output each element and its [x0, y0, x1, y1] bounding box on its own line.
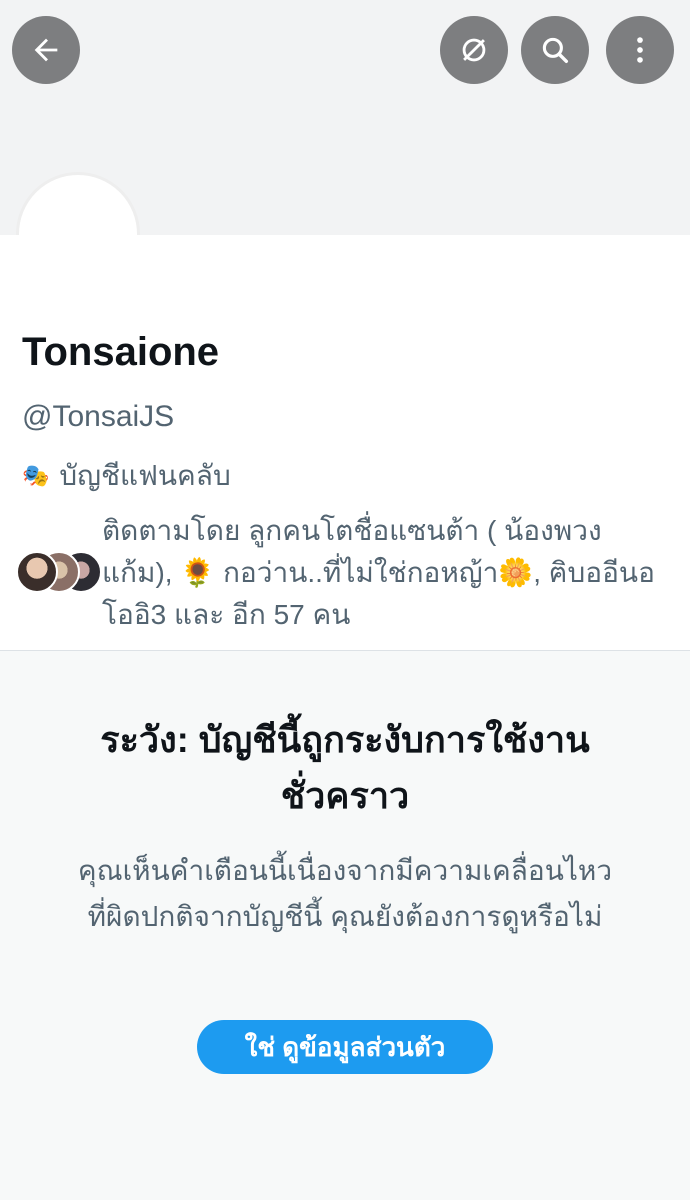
followed-by[interactable]: ติดตามโดย ลูกคนโตชื่อแซนต้า ( น้องพวงแก้… — [16, 510, 676, 636]
back-button[interactable] — [12, 16, 80, 84]
profile-handle: @TonsaiJS — [22, 400, 175, 433]
warning-title: ระวัง: บัญชีนี้ถูกระงับการใช้งานชั่วคราว — [100, 719, 590, 816]
view-profile-button[interactable]: ใช่ ดูข้อมูลส่วนตัว — [197, 1020, 493, 1074]
profile-info-background — [0, 235, 690, 315]
profile-name: Tonsaione — [22, 330, 220, 374]
more-vertical-icon — [637, 37, 643, 63]
warning-description: คุณเห็นคำเตือนนี้เนื่องจากมีความเคลื่อนไ… — [77, 855, 613, 932]
profile-category: 🎭 บัญชีแฟนคลับ — [22, 454, 231, 498]
theater-mask-icon: 🎭 — [22, 463, 50, 488]
category-label: บัญชีแฟนคลับ — [59, 460, 231, 491]
arrow-left-icon — [34, 38, 58, 62]
follower-avatars — [16, 551, 102, 595]
search-button[interactable] — [521, 16, 589, 84]
hide-icon — [462, 38, 486, 62]
follower-avatar — [16, 551, 58, 593]
search-icon — [542, 37, 569, 64]
more-button[interactable] — [606, 16, 674, 84]
hide-button[interactable] — [440, 16, 508, 84]
followed-by-text: ติดตามโดย ลูกคนโตชื่อแซนต้า ( น้องพวงแก้… — [102, 515, 655, 630]
